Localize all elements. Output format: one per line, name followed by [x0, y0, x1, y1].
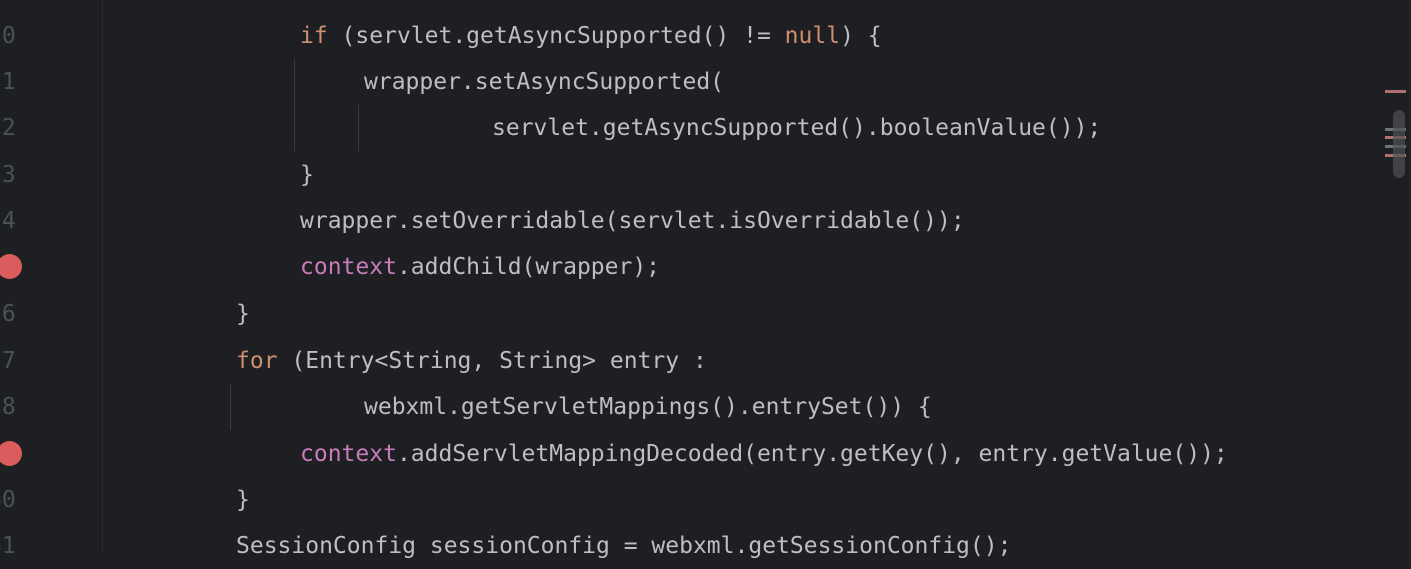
code-text: wrapper.setAsyncSupported( — [364, 69, 725, 95]
keyword: null — [784, 23, 841, 49]
line-number[interactable]: 50 — [0, 13, 22, 59]
line-number[interactable]: 60 — [0, 477, 22, 523]
keyword: if — [300, 23, 328, 49]
line-number[interactable]: 57 — [0, 338, 22, 384]
code-segment: .addChild(wrapper); — [396, 254, 661, 280]
code-line[interactable]: 60 } — [0, 477, 1380, 523]
line-number[interactable]: 56 — [0, 291, 22, 337]
code-text: if (servlet.getAsyncSupported() != null)… — [300, 13, 882, 59]
code-line[interactable]: 50 if (servlet.getAsyncSupported() != nu… — [0, 13, 1380, 59]
field-name: context — [300, 254, 397, 280]
indent-guide — [358, 105, 359, 151]
code-text: context.addServletMappingDecoded(entry.g… — [300, 431, 1228, 477]
line-number[interactable]: 52 — [0, 105, 22, 151]
code-text: } — [236, 487, 250, 513]
code-segment: .addServletMappingDecoded(entry.getKey()… — [396, 441, 1228, 467]
code-segment: (servlet.getAsyncSupported() != — [327, 23, 785, 49]
code-line[interactable]: 51 wrapper.setAsyncSupported( — [0, 59, 1380, 105]
code-editor[interactable]: 50 if (servlet.getAsyncSupported() != nu… — [0, 0, 1411, 559]
line-number[interactable]: 58 — [0, 384, 22, 430]
code-text: for (Entry<String, String> entry : — [236, 338, 707, 384]
code-segment: ) { — [840, 23, 882, 49]
code-text: webxml.getServletMappings().entrySet()) … — [364, 394, 932, 420]
code-line[interactable]: 56 } — [0, 291, 1380, 337]
code-line[interactable]: 61 SessionConfig sessionConfig = webxml.… — [0, 523, 1380, 569]
code-text: } — [300, 162, 314, 188]
code-text: SessionConfig sessionConfig = webxml.get… — [236, 533, 1012, 559]
breakpoint-icon[interactable] — [0, 254, 22, 279]
code-text: servlet.getAsyncSupported().booleanValue… — [492, 115, 1102, 141]
line-number[interactable]: 53 — [0, 152, 22, 198]
field-name: context — [300, 441, 397, 467]
scrollbar-thumb[interactable] — [1393, 110, 1405, 178]
indent-guide — [230, 384, 231, 430]
scrollbar-error-marker[interactable] — [1385, 90, 1406, 93]
keyword: for — [236, 348, 278, 374]
code-text: context.addChild(wrapper); — [300, 244, 660, 290]
code-line[interactable]: 58 webxml.getServletMappings().entrySet(… — [0, 384, 1380, 430]
code-line[interactable]: 54 wrapper.setOverridable(servlet.isOver… — [0, 198, 1380, 244]
code-line[interactable]: 53 } — [0, 152, 1380, 198]
code-line-breakpoint[interactable]: context.addChild(wrapper); — [0, 244, 1380, 290]
code-line[interactable]: 52 servlet.getAsyncSupported().booleanVa… — [0, 105, 1380, 151]
code-line[interactable]: 57 for (Entry<String, String> entry : — [0, 338, 1380, 384]
indent-guide — [294, 59, 295, 151]
line-number[interactable]: 54 — [0, 198, 22, 244]
line-number[interactable]: 51 — [0, 59, 22, 105]
line-number[interactable]: 61 — [0, 523, 22, 569]
code-segment: (Entry<String, String> entry : — [277, 348, 707, 374]
code-text: } — [236, 301, 250, 327]
breakpoint-icon[interactable] — [0, 441, 22, 466]
code-text: wrapper.setOverridable(servlet.isOverrid… — [300, 208, 965, 234]
code-line-breakpoint[interactable]: context.addServletMappingDecoded(entry.g… — [0, 431, 1380, 477]
